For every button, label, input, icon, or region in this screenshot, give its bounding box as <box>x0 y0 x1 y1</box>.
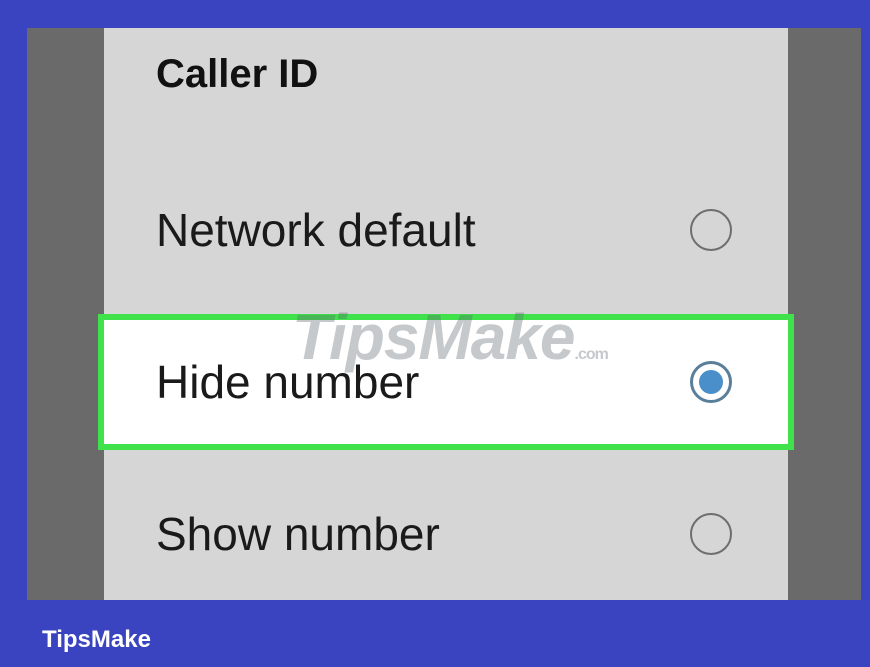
radio-unchecked-icon[interactable] <box>690 513 732 555</box>
option-label: Hide number <box>156 356 420 408</box>
option-show-number[interactable]: Show number <box>104 472 788 596</box>
option-label: Network default <box>156 204 476 256</box>
radio-unchecked-icon[interactable] <box>690 209 732 251</box>
option-label: Show number <box>156 508 440 560</box>
radio-checked-icon[interactable] <box>690 361 732 403</box>
option-hide-number[interactable]: Hide number <box>98 314 794 450</box>
caller-id-dialog: Caller ID Network default Hide number Sh… <box>98 28 794 600</box>
option-network-default[interactable]: Network default <box>104 168 788 292</box>
footer-brand: TipsMake <box>42 626 151 653</box>
dialog-title: Caller ID <box>156 52 319 96</box>
